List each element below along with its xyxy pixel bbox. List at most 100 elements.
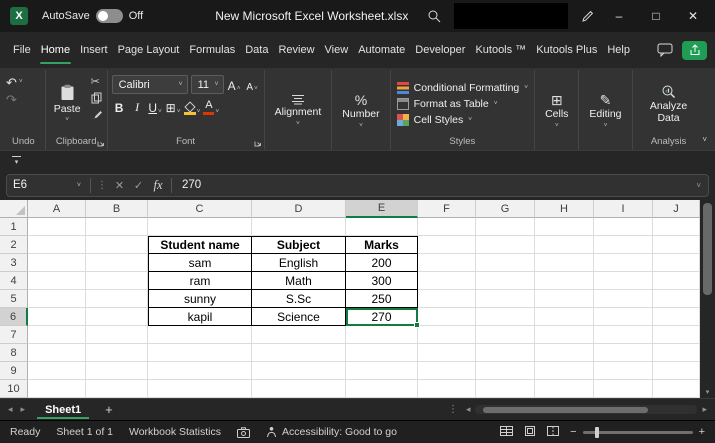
cell-E7[interactable]: [346, 326, 418, 344]
menu-tab-developer[interactable]: Developer: [410, 32, 470, 68]
cancel-entry-icon[interactable]: ✕: [110, 179, 129, 192]
cell-J4[interactable]: [653, 272, 700, 290]
menu-tab-view[interactable]: View: [320, 32, 354, 68]
close-button[interactable]: ✕: [681, 9, 705, 23]
cell-F7[interactable]: [418, 326, 476, 344]
cell-J5[interactable]: [653, 290, 700, 308]
page-break-preview-icon[interactable]: [547, 426, 559, 439]
cell-D1[interactable]: [252, 218, 346, 236]
formula-input[interactable]: 270: [175, 179, 689, 191]
cell-E6[interactable]: 270: [346, 308, 418, 326]
cell-I10[interactable]: [594, 380, 653, 398]
row-header-2[interactable]: 2: [0, 236, 28, 254]
cell-F5[interactable]: [418, 290, 476, 308]
cell-J1[interactable]: [653, 218, 700, 236]
cell-D6[interactable]: Science: [252, 308, 346, 326]
alignment-button[interactable]: Alignment ˅: [269, 73, 328, 149]
cell-B2[interactable]: [86, 236, 148, 254]
new-sheet-button[interactable]: +: [101, 402, 117, 417]
drag-dots-icon[interactable]: ⋮: [94, 180, 110, 191]
minimize-button[interactable]: –: [607, 9, 631, 23]
ribbon-options-chevron-icon[interactable]: ˅: [702, 135, 707, 144]
cell-G5[interactable]: [476, 290, 535, 308]
cell-E1[interactable]: [346, 218, 418, 236]
cut-icon[interactable]: ✂: [91, 77, 103, 88]
cell-G6[interactable]: [476, 308, 535, 326]
column-header-c[interactable]: C: [148, 200, 252, 218]
cell-J9[interactable]: [653, 362, 700, 380]
menu-tab-formulas[interactable]: Formulas: [184, 32, 240, 68]
conditional-formatting-button[interactable]: Conditional Formatting˅: [395, 81, 530, 95]
column-header-b[interactable]: B: [86, 200, 148, 218]
column-header-g[interactable]: G: [476, 200, 535, 218]
cell-D2[interactable]: Subject: [252, 236, 346, 254]
number-format-button[interactable]: % Number ˅: [336, 73, 385, 149]
row-header-5[interactable]: 5: [0, 290, 28, 308]
cell-D9[interactable]: [252, 362, 346, 380]
cell-B1[interactable]: [86, 218, 148, 236]
share-button[interactable]: [682, 41, 707, 60]
cell-A7[interactable]: [28, 326, 86, 344]
dialog-launcher-icon[interactable]: [254, 139, 262, 147]
column-header-h[interactable]: H: [535, 200, 594, 218]
cell-C8[interactable]: [148, 344, 252, 362]
cell-J7[interactable]: [653, 326, 700, 344]
column-header-f[interactable]: F: [418, 200, 476, 218]
cell-E4[interactable]: 300: [346, 272, 418, 290]
quick-access-dropdown-icon[interactable]: ▾: [12, 156, 21, 166]
cell-C10[interactable]: [148, 380, 252, 398]
underline-button[interactable]: U˅: [148, 98, 163, 116]
row-header-9[interactable]: 9: [0, 362, 28, 380]
cell-C9[interactable]: [148, 362, 252, 380]
cell-E9[interactable]: [346, 362, 418, 380]
cell-B6[interactable]: [86, 308, 148, 326]
expand-formula-bar-icon[interactable]: ˅: [689, 181, 708, 190]
camera-icon[interactable]: [237, 427, 250, 438]
cell-H9[interactable]: [535, 362, 594, 380]
cell-D4[interactable]: Math: [252, 272, 346, 290]
copy-icon[interactable]: [91, 92, 103, 104]
tab-splitter-icon[interactable]: ⋮: [448, 404, 458, 415]
cell-A4[interactable]: [28, 272, 86, 290]
cell-I5[interactable]: [594, 290, 653, 308]
cell-C1[interactable]: [148, 218, 252, 236]
row-header-3[interactable]: 3: [0, 254, 28, 272]
shrink-font-button[interactable]: A˅: [245, 76, 260, 94]
cell-I9[interactable]: [594, 362, 653, 380]
horizontal-scrollbar[interactable]: ◂ ▸: [466, 404, 707, 415]
borders-button[interactable]: ⊞˅: [166, 98, 181, 116]
menu-tab-home[interactable]: Home: [36, 32, 75, 68]
redo-button[interactable]: ↷: [6, 93, 41, 106]
row-header-10[interactable]: 10: [0, 380, 28, 398]
cell-G3[interactable]: [476, 254, 535, 272]
cell-D8[interactable]: [252, 344, 346, 362]
analyze-data-button[interactable]: Analyze Data: [637, 73, 701, 135]
normal-view-icon[interactable]: [500, 426, 513, 439]
column-header-j[interactable]: J: [653, 200, 700, 218]
select-all-corner[interactable]: [0, 200, 28, 218]
cell-B10[interactable]: [86, 380, 148, 398]
cell-G1[interactable]: [476, 218, 535, 236]
sheet-tab-sheet1[interactable]: Sheet1: [33, 399, 93, 420]
row-header-1[interactable]: 1: [0, 218, 28, 236]
cell-F10[interactable]: [418, 380, 476, 398]
row-header-7[interactable]: 7: [0, 326, 28, 344]
italic-button[interactable]: I: [130, 98, 145, 116]
row-header-4[interactable]: 4: [0, 272, 28, 290]
cell-E5[interactable]: 250: [346, 290, 418, 308]
zoom-slider-thumb[interactable]: [595, 427, 599, 438]
cell-F6[interactable]: [418, 308, 476, 326]
column-header-i[interactable]: I: [594, 200, 653, 218]
menu-tab-file[interactable]: File: [8, 32, 36, 68]
cell-E2[interactable]: Marks: [346, 236, 418, 254]
cell-C5[interactable]: sunny: [148, 290, 252, 308]
cell-F2[interactable]: [418, 236, 476, 254]
fill-color-button[interactable]: ˅: [184, 98, 201, 116]
cell-A10[interactable]: [28, 380, 86, 398]
font-size-select[interactable]: 11 ˅: [191, 75, 224, 94]
menu-tab-insert[interactable]: Insert: [75, 32, 113, 68]
scroll-left-icon[interactable]: ◂: [466, 404, 471, 415]
cell-I6[interactable]: [594, 308, 653, 326]
cell-D7[interactable]: [252, 326, 346, 344]
menu-tab-kutools[interactable]: Kutools ™: [470, 32, 531, 68]
